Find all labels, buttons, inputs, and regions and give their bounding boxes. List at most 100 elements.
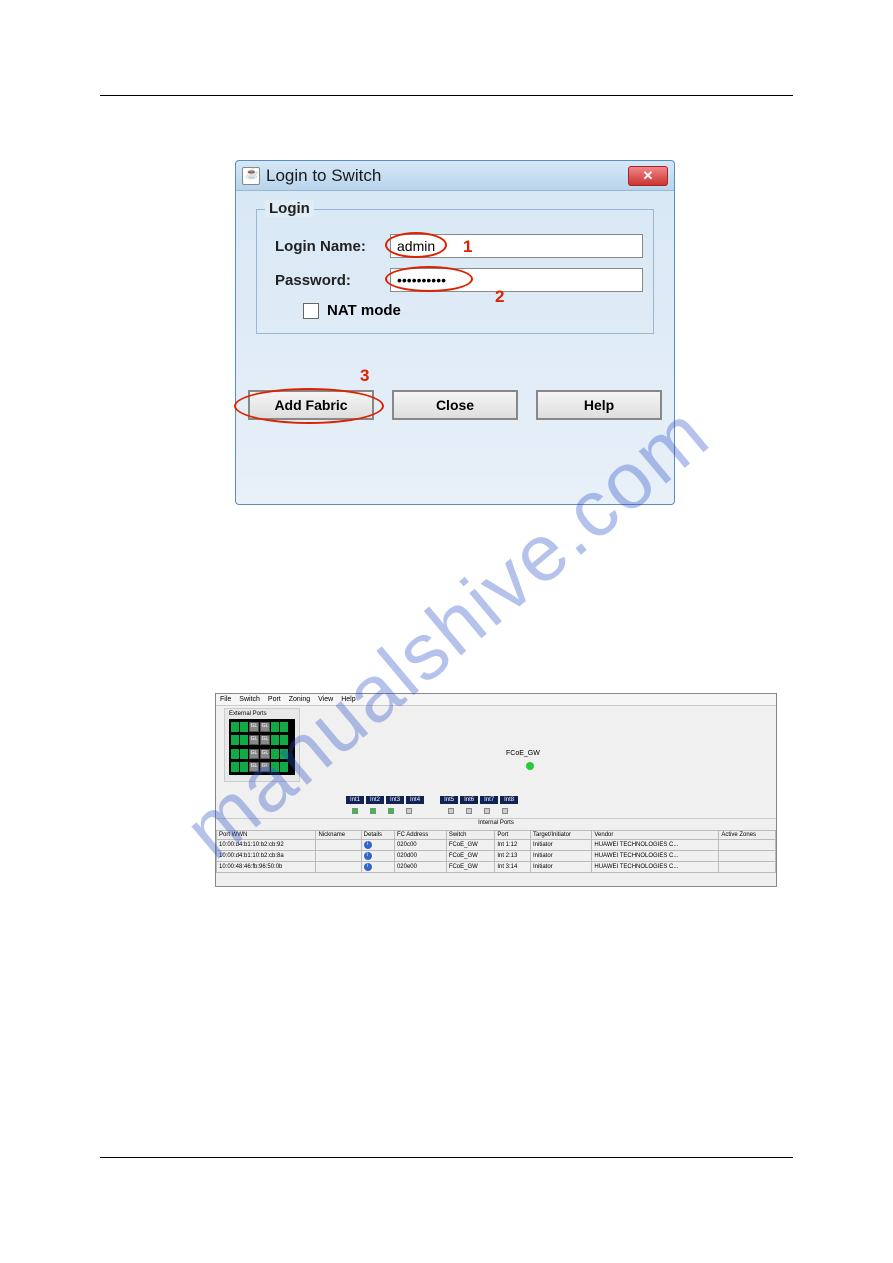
- cell-port: Int 3:14: [495, 862, 531, 873]
- port-led-icon: [280, 735, 288, 745]
- cell-ti: Initiator: [531, 862, 592, 873]
- cell-zones: [719, 851, 776, 862]
- col-details[interactable]: Details: [361, 831, 394, 840]
- fabric-name-label: FCoE_GW: [506, 750, 540, 757]
- cell-port: Int 2:13: [495, 851, 531, 862]
- annotation-number-1: 1: [463, 237, 472, 257]
- port-arrow-icon: [240, 735, 248, 745]
- footer-rule: [100, 1157, 793, 1158]
- port-gl[interactable]: GL: [249, 735, 259, 745]
- annotation-number-3: 3: [360, 366, 369, 386]
- int-port-tab[interactable]: Int4: [406, 796, 424, 804]
- port-led-icon: [231, 722, 239, 732]
- dialog-button-row: Add Fabric 3 Close Help: [236, 390, 674, 420]
- login-name-input[interactable]: admin 1: [390, 234, 643, 258]
- nat-mode-checkbox[interactable]: [303, 303, 319, 319]
- details-icon[interactable]: i: [364, 852, 372, 860]
- menu-zoning[interactable]: Zoning: [289, 696, 310, 703]
- cell-details[interactable]: i: [361, 840, 394, 851]
- int-port-tab[interactable]: Int8: [500, 796, 518, 804]
- cell-wwn: 10:00:48:46:fb:96:50:0b: [217, 862, 316, 873]
- col-vendor[interactable]: Vendor: [592, 831, 719, 840]
- port-arrow-icon: [240, 749, 248, 759]
- switch-chassis: GL GL GL GL GL GL: [229, 719, 295, 775]
- col-target-initiator[interactable]: Target/Initiator: [531, 831, 592, 840]
- login-dialog: Login to Switch ✕ Login Login Name: admi…: [235, 160, 675, 505]
- annotation-number-2: 2: [495, 287, 504, 307]
- cell-wwn: 10:00:d4:b1:10:b2:cb:8a: [217, 851, 316, 862]
- nat-mode-row: NAT mode: [303, 302, 643, 319]
- port-row: GL GL: [231, 748, 293, 760]
- table-row[interactable]: 10:00:d4:b1:10:b2:cb:92 i 020c00 FCoE_GW…: [217, 840, 776, 851]
- menu-switch[interactable]: Switch: [239, 696, 260, 703]
- java-icon: [242, 167, 260, 185]
- nat-mode-label: NAT mode: [327, 302, 401, 319]
- menu-file[interactable]: File: [220, 696, 231, 703]
- col-portwwn[interactable]: Port WWN: [217, 831, 316, 840]
- port-arrow-icon: [271, 722, 279, 732]
- col-fcaddress[interactable]: FC Address: [394, 831, 446, 840]
- cell-wwn: 10:00:d4:b1:10:b2:cb:92: [217, 840, 316, 851]
- port-gl[interactable]: GL: [260, 722, 270, 732]
- port-led-icon: [280, 749, 288, 759]
- port-led-icon: [280, 762, 288, 772]
- cell-details[interactable]: i: [361, 851, 394, 862]
- password-input[interactable]: •••••••••• 2: [390, 268, 643, 292]
- int-port-tab[interactable]: Int1: [346, 796, 364, 804]
- col-port[interactable]: Port: [495, 831, 531, 840]
- cell-switch: FCoE_GW: [446, 840, 495, 851]
- led-icon: [370, 808, 376, 814]
- int-port-tab[interactable]: Int2: [366, 796, 384, 804]
- port-gl[interactable]: GL: [249, 749, 259, 759]
- password-label: Password:: [275, 272, 390, 289]
- login-groupbox: Login Login Name: admin 1 Password: ••••…: [256, 209, 654, 334]
- port-arrow-icon: [271, 735, 279, 745]
- col-active-zones[interactable]: Active Zones: [719, 831, 776, 840]
- port-gl[interactable]: GL: [260, 762, 270, 772]
- port-gl[interactable]: GL: [249, 722, 259, 732]
- close-button[interactable]: Close: [392, 390, 518, 420]
- port-arrow-icon: [271, 749, 279, 759]
- help-button[interactable]: Help: [536, 390, 662, 420]
- status-online-icon: [526, 762, 534, 770]
- cell-nick: [316, 840, 361, 851]
- int-port-tab[interactable]: Int6: [460, 796, 478, 804]
- details-icon[interactable]: i: [364, 863, 372, 871]
- port-arrow-icon: [240, 762, 248, 772]
- port-led-icon: [280, 722, 288, 732]
- external-ports-panel: External Ports GL GL GL GL GL: [224, 708, 300, 782]
- port-led-icon: [231, 762, 239, 772]
- led-icon: [406, 808, 412, 814]
- port-led-icon: [231, 735, 239, 745]
- int-port-tab[interactable]: Int3: [386, 796, 404, 804]
- cell-details[interactable]: i: [361, 862, 394, 873]
- cell-ti: Initiator: [531, 840, 592, 851]
- port-gl[interactable]: GL: [260, 749, 270, 759]
- close-icon[interactable]: ✕: [628, 166, 668, 186]
- col-nickname[interactable]: Nickname: [316, 831, 361, 840]
- details-icon[interactable]: i: [364, 841, 372, 849]
- internal-ports-tabs: Int1 Int2 Int3 Int4 Int5 Int6 Int7 Int8: [346, 796, 518, 804]
- led-icon: [388, 808, 394, 814]
- cell-ti: Initiator: [531, 851, 592, 862]
- port-gl[interactable]: GL: [249, 762, 259, 772]
- col-switch[interactable]: Switch: [446, 831, 495, 840]
- table-row[interactable]: 10:00:48:46:fb:96:50:0b i 020e00 FCoE_GW…: [217, 862, 776, 873]
- int-port-tab[interactable]: Int5: [440, 796, 458, 804]
- cell-vendor: HUAWEI TECHNOLOGIES C...: [592, 851, 719, 862]
- menu-bar: File Switch Port Zoning View Help: [216, 694, 776, 706]
- add-fabric-label: Add Fabric: [274, 397, 347, 413]
- login-name-row: Login Name: admin 1: [275, 234, 643, 258]
- external-ports-label: External Ports: [229, 711, 295, 717]
- table-row[interactable]: 10:00:d4:b1:10:b2:cb:8a i 020d00 FCoE_GW…: [217, 851, 776, 862]
- header-rule: [100, 95, 793, 96]
- menu-port[interactable]: Port: [268, 696, 281, 703]
- devices-table: Port WWN Nickname Details FC Address Swi…: [216, 830, 776, 873]
- login-name-value: admin: [397, 238, 435, 254]
- add-fabric-button[interactable]: Add Fabric 3: [248, 390, 374, 420]
- port-arrow-icon: [271, 762, 279, 772]
- int-port-tab[interactable]: Int7: [480, 796, 498, 804]
- menu-view[interactable]: View: [318, 696, 333, 703]
- port-gl[interactable]: GL: [260, 735, 270, 745]
- menu-help[interactable]: Help: [341, 696, 355, 703]
